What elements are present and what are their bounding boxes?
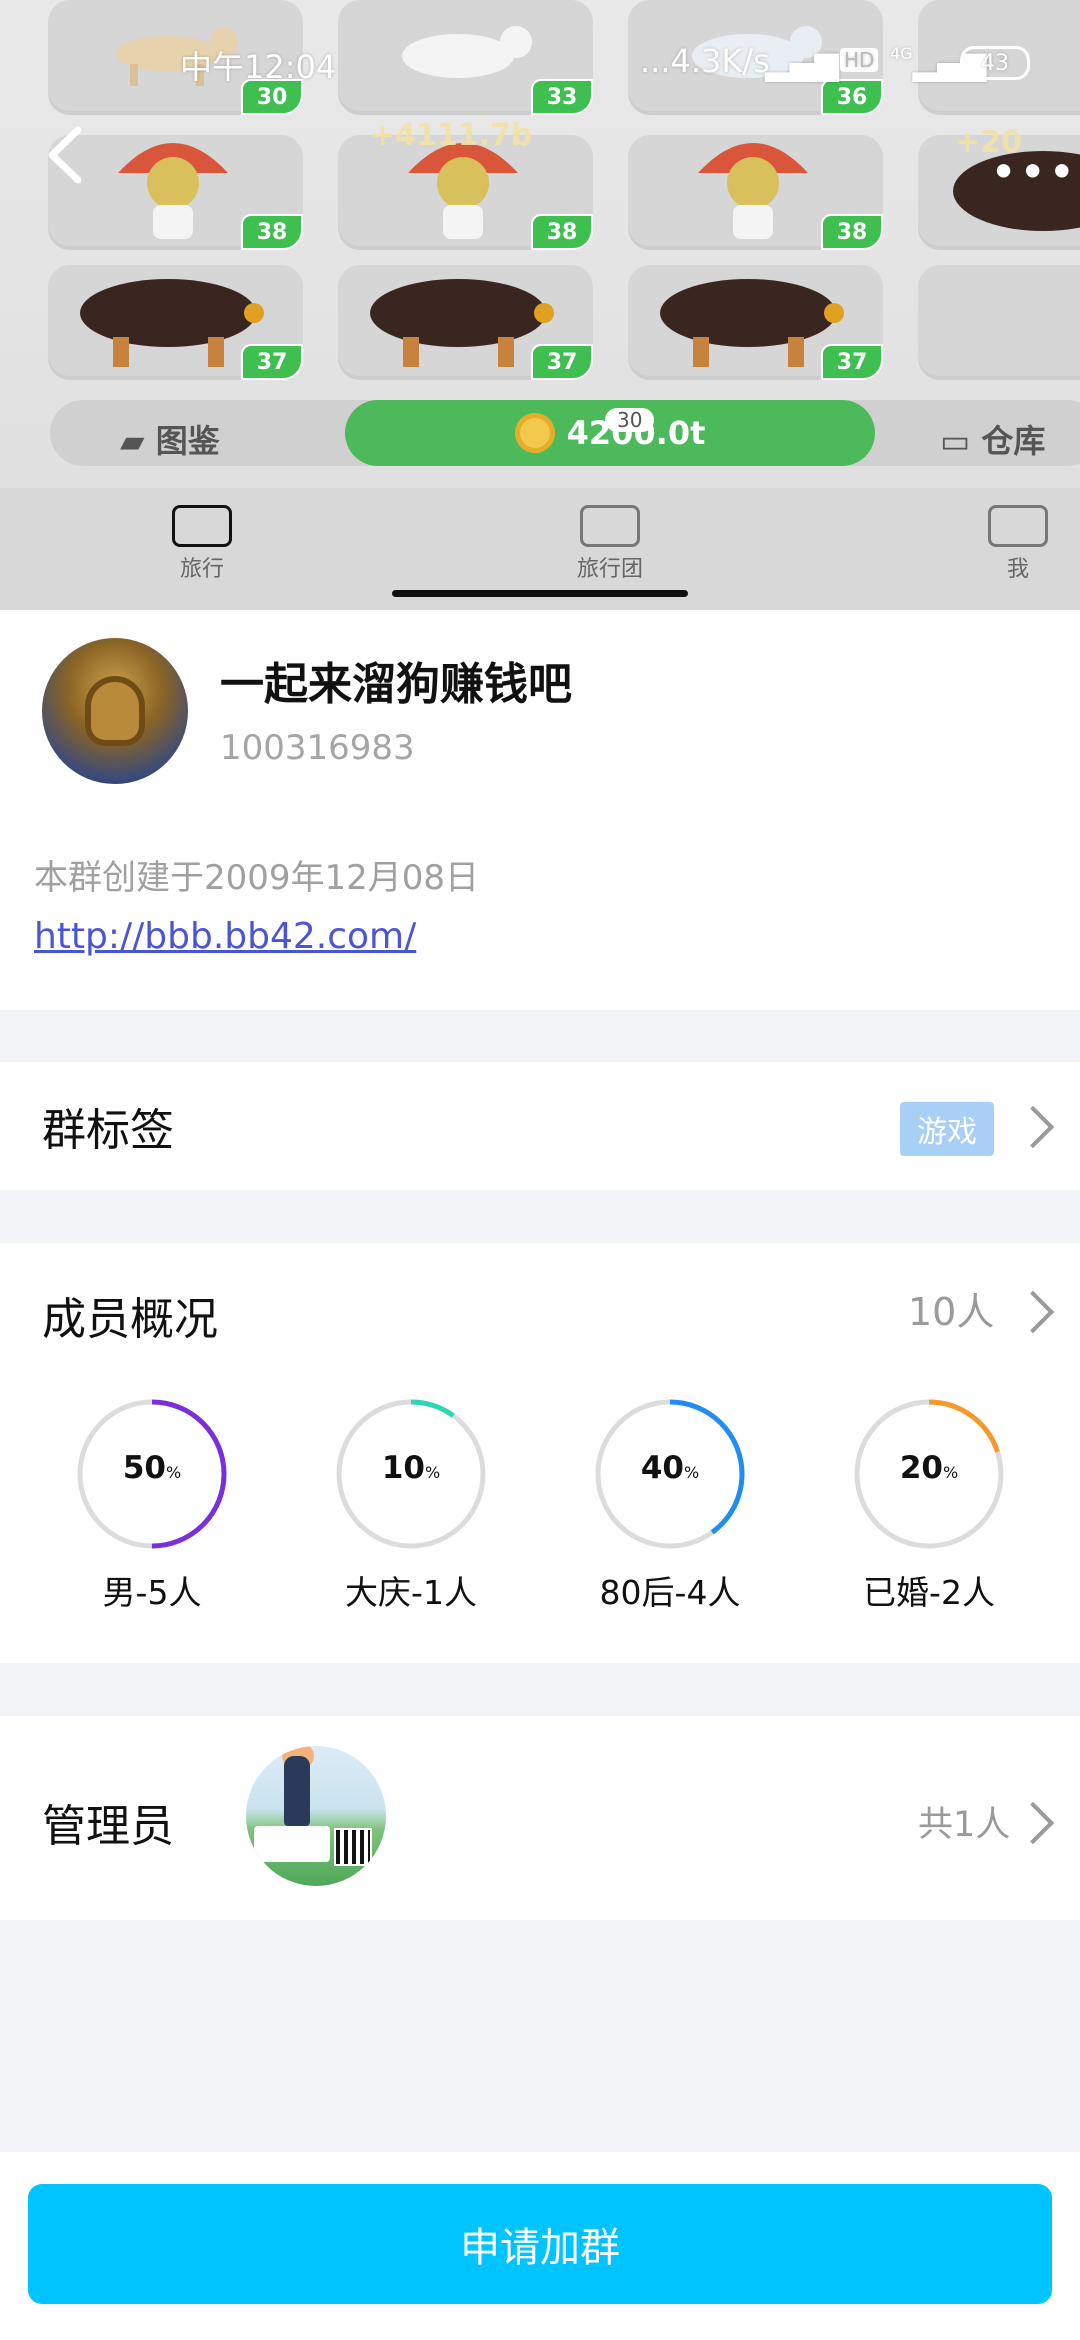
signal-icon: ▂▄▆ (765, 44, 839, 82)
group-avatar[interactable] (42, 638, 188, 784)
level-badge: 38 (531, 214, 593, 250)
tag-chip: 游戏 (900, 1102, 994, 1156)
percent-unit: % (683, 1463, 700, 1482)
dog-tile: 37 (48, 265, 303, 380)
level-badge: 37 (821, 344, 883, 380)
tab-label: 我 (1006, 557, 1029, 582)
level-badge: 37 (531, 344, 593, 380)
dog-tile: 38 (628, 135, 883, 250)
admin-total: 共1人 (918, 1805, 1011, 1845)
header-banner: 30 33 36 38 38 38 37 37 37 +4111.7b +20 … (0, 0, 1080, 610)
stat-label: 男-5人 (102, 1573, 202, 1612)
stat-percent: 50% (52, 1450, 252, 1486)
avatar-person (284, 1756, 310, 1826)
members-overview-card[interactable]: 成员概况 10人 50% 男-5人 10% 大庆-1人 40% 80后-4人 2… (0, 1243, 1080, 1663)
stat-percent-value: 20 (899, 1450, 943, 1486)
group-created-date: 本群创建于2009年12月08日 (34, 858, 480, 898)
group-link[interactable]: http://bbb.bb42.com/ (34, 916, 416, 957)
tab-label: 旅行团 (576, 557, 643, 582)
tab-label: 旅行 (179, 557, 224, 582)
stat-percent-value: 40 (640, 1450, 684, 1486)
battery-level: 43 (981, 50, 1009, 76)
network-speed: ...4.3K/s (640, 42, 770, 80)
chevron-right-icon (1011, 1290, 1055, 1334)
qr-code-icon (334, 1828, 372, 1866)
stat-percent: 10% (311, 1450, 511, 1486)
admins-title: 管理员 (42, 1801, 174, 1852)
coin-icon (514, 413, 555, 453)
percent-unit: % (942, 1463, 959, 1482)
stat-percent: 40% (570, 1450, 770, 1486)
join-group-button[interactable]: 申请加群 (28, 2184, 1052, 2304)
chief-dog-icon (118, 143, 228, 239)
stat-label: 80后-4人 (599, 1573, 741, 1612)
collection-label: 图鉴 (155, 422, 220, 460)
tags-title: 群标签 (42, 1105, 174, 1156)
home-indicator (392, 590, 688, 597)
suitcase-icon (172, 505, 232, 547)
member-count: 10人 (908, 1290, 995, 1334)
member-stat-married: 20% 已婚-2人 (829, 1398, 1029, 1614)
chevron-right-icon (1011, 1105, 1055, 1149)
percent-unit: % (424, 1463, 441, 1482)
chevron-right-icon (1011, 1801, 1055, 1845)
more-icon[interactable]: ••• (990, 145, 1077, 199)
profile-icon (988, 505, 1048, 547)
group-name: 一起来溜狗赚钱吧 (220, 659, 572, 710)
stat-percent-value: 10 (381, 1450, 425, 1486)
warehouse-button[interactable]: ▭ 仓库 (940, 416, 1045, 462)
level-badge: 38 (241, 214, 303, 250)
buy-dog-level: 30 (605, 408, 655, 432)
network-type-label: 4G (890, 44, 913, 63)
avatar-figure (85, 676, 145, 746)
group-id: 100316983 (220, 728, 415, 768)
admins-row[interactable]: 管理员 共1人 (0, 1716, 1080, 1920)
level-badge: 37 (241, 344, 303, 380)
back-icon[interactable] (40, 120, 90, 190)
dog-tile: 37 (338, 265, 593, 380)
members-title: 成员概况 (42, 1294, 218, 1345)
member-stat-gender: 50% 男-5人 (52, 1398, 252, 1614)
status-bar: 中午12:04 ...4.3K/s ▂▄▆ HD 4G▂▄▆ 43 (0, 38, 1080, 86)
dog-tile: 37 (628, 265, 883, 380)
flag-icon (580, 505, 640, 547)
tab-me[interactable]: 我 (958, 505, 1078, 583)
stat-percent: 20% (829, 1450, 1029, 1486)
hd-badge: HD (840, 48, 879, 72)
group-tags-row[interactable]: 群标签 游戏 (0, 1062, 1080, 1190)
stat-label: 已婚-2人 (863, 1573, 995, 1612)
avatar-note (254, 1826, 330, 1862)
status-time: 中午12:04 (180, 48, 337, 86)
admin-avatar[interactable] (246, 1746, 386, 1886)
collection-button[interactable]: ▰ 图鉴 (120, 416, 220, 462)
tab-travel[interactable]: 旅行 (142, 505, 262, 583)
group-info-card: 一起来溜狗赚钱吧 100316983 本群创建于2009年12月08日 http… (0, 610, 1080, 1010)
empty-tile (918, 265, 1080, 380)
coin-gain-text: +4111.7b (370, 118, 533, 153)
warehouse-label: 仓库 (981, 422, 1046, 460)
member-stat-city: 10% 大庆-1人 (311, 1398, 511, 1614)
percent-unit: % (165, 1463, 182, 1482)
tab-travel-group[interactable]: 旅行团 (550, 505, 670, 583)
stat-percent-value: 50 (122, 1450, 166, 1486)
member-stat-age: 40% 80后-4人 (570, 1398, 770, 1614)
battery-icon: 43 (960, 46, 1030, 80)
chief-dog-icon (698, 143, 808, 239)
level-badge: 38 (821, 214, 883, 250)
stat-label: 大庆-1人 (345, 1573, 477, 1612)
bottom-action-bar: 申请加群 (0, 2152, 1080, 2340)
